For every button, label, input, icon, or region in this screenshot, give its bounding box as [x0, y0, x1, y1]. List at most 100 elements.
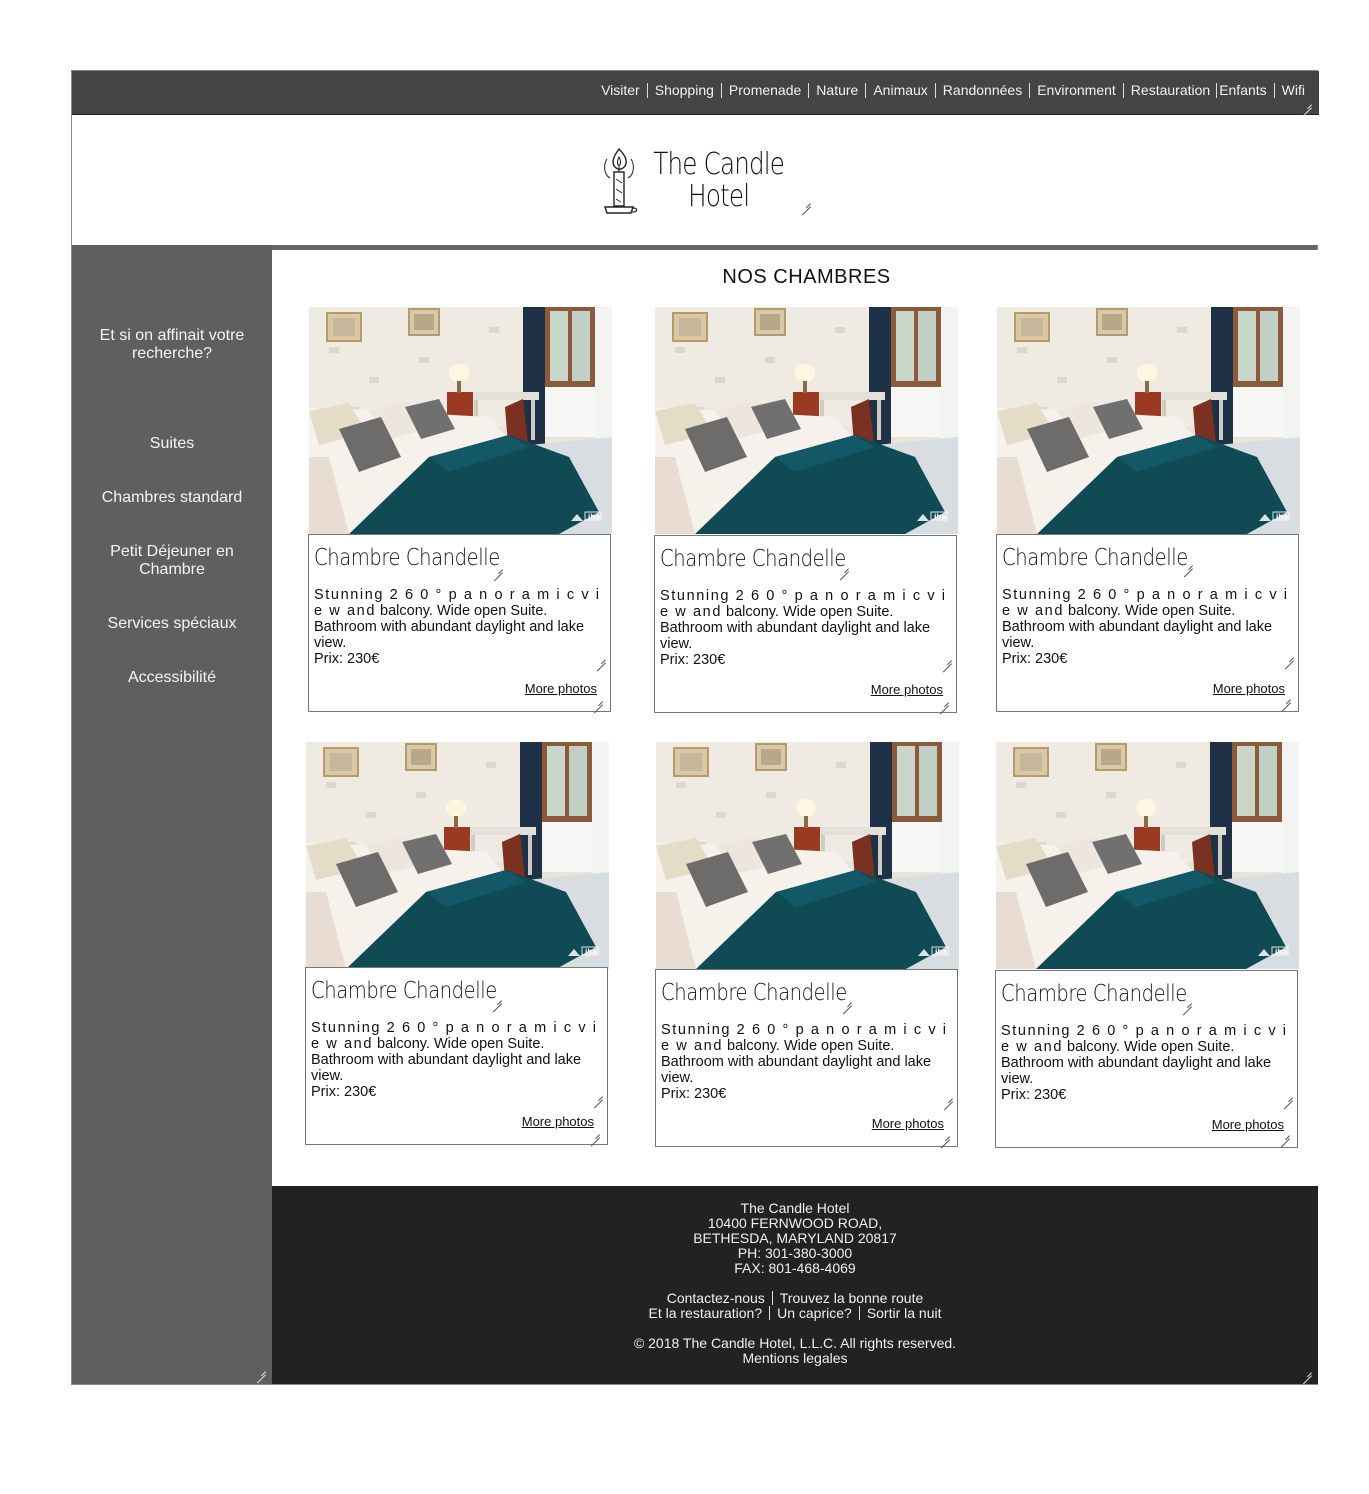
room-title: Chambre Chandelle [314, 545, 500, 571]
resize-grip-icon[interactable] [1302, 98, 1312, 108]
room-price: Prix: 230€ [660, 652, 726, 668]
nav-separator [1216, 82, 1218, 98]
sidebar: Et si on affinait votre recherche? Suite… [72, 245, 272, 1384]
nav-item-visiter[interactable]: Visiter [601, 82, 640, 98]
room-title: Chambre Chandelle [1002, 545, 1188, 571]
resize-grip-icon[interactable] [801, 197, 811, 207]
room-photo[interactable] [997, 307, 1300, 534]
resize-grip-icon[interactable] [943, 1092, 953, 1102]
resize-grip-icon[interactable] [942, 654, 952, 664]
room-photo[interactable] [309, 307, 612, 534]
nav-item-randonnees[interactable]: Randonnées [943, 82, 1022, 98]
resize-grip-icon[interactable] [939, 696, 949, 706]
main-content: NOS CHAMBRES Chambre Chandelle Stunning … [272, 250, 1318, 1186]
nav-item-enfants[interactable]: Enfants [1219, 82, 1266, 98]
room-card-body: Chambre Chandelle Stunning 2 6 0 ° p a n… [995, 970, 1298, 1148]
nav-separator [934, 82, 936, 98]
room-description: Stunning 2 6 0 ° p a n o r a m i c v i e… [660, 588, 952, 652]
footer-link-route[interactable]: Trouvez la bonne route [780, 1290, 923, 1306]
footer-link-caprice[interactable]: Un caprice? [777, 1305, 852, 1321]
resize-grip-icon[interactable] [256, 1365, 266, 1375]
room-price: Prix: 230€ [1002, 651, 1068, 667]
more-photos-link[interactable]: More photos [1212, 1117, 1284, 1132]
resize-grip-icon[interactable] [593, 695, 603, 705]
sidebar-item-chambres-standard[interactable]: Chambres standard [82, 489, 262, 507]
nav-separator [720, 82, 722, 98]
resize-grip-icon[interactable] [839, 562, 849, 572]
footer-separator [858, 1306, 860, 1320]
room-card-body: Chambre Chandelle Stunning 2 6 0 ° p a n… [654, 535, 957, 713]
room-photo[interactable] [655, 307, 958, 534]
nav-item-wifi[interactable]: Wifi [1282, 82, 1305, 98]
logo-text: The Candle Hotel [649, 149, 788, 213]
candle-icon [604, 147, 638, 214]
sidebar-item-accessibilite[interactable]: Accessibilité [82, 669, 262, 687]
resize-grip-icon[interactable] [1183, 559, 1193, 569]
nav-item-nature[interactable]: Nature [816, 82, 858, 98]
nav-item-promenade[interactable]: Promenade [729, 82, 801, 98]
nav-separator [1122, 82, 1124, 98]
room-title: Chambre Chandelle [661, 980, 847, 1006]
footer-phone: PH: 301-380-3000 [737, 1245, 853, 1261]
nav-item-restauration[interactable]: Restauration [1131, 82, 1210, 98]
logo-line-1: The Candle [653, 147, 785, 182]
resize-grip-icon[interactable] [1280, 1129, 1290, 1139]
footer-copyright: © 2018 The Candle Hotel, L.L.C. All righ… [633, 1335, 957, 1351]
footer-address: The Candle Hotel 10400 FERNWOOD ROAD, BE… [272, 1201, 1318, 1276]
more-photos-link[interactable]: More photos [522, 1114, 594, 1129]
room-price: Prix: 230€ [311, 1084, 377, 1100]
footer-mentions-legales[interactable]: Mentions legales [272, 1351, 1318, 1366]
sidebar-item-petit-dejeuner[interactable]: Petit Déjeuner en Chambre [82, 543, 262, 579]
room-photo[interactable] [306, 742, 609, 969]
nav-separator [865, 82, 867, 98]
more-photos-link[interactable]: More photos [871, 682, 943, 697]
resize-grip-icon[interactable] [1182, 997, 1192, 1007]
footer-link-sortir[interactable]: Sortir la nuit [867, 1305, 942, 1321]
resize-grip-icon[interactable] [1302, 1366, 1312, 1376]
page-title: NOS CHAMBRES [722, 266, 891, 288]
sidebar-item-services-speciaux[interactable]: Services spéciaux [82, 615, 262, 633]
room-description: Stunning 2 6 0 ° p a n o r a m i c v i e… [314, 587, 606, 651]
room-card-body: Chambre Chandelle Stunning 2 6 0 ° p a n… [996, 534, 1299, 712]
resize-grip-icon[interactable] [940, 1130, 950, 1140]
footer-fax: FAX: 801-468-4069 [734, 1260, 856, 1276]
sidebar-item-suites[interactable]: Suites [82, 435, 262, 453]
resize-grip-icon[interactable] [1281, 693, 1291, 703]
resize-grip-icon[interactable] [1284, 651, 1294, 661]
footer-address-line-1: 10400 FERNWOOD ROAD, [707, 1215, 883, 1231]
room-photo[interactable] [656, 742, 959, 969]
resize-grip-icon[interactable] [590, 1128, 600, 1138]
nav-separator [1273, 82, 1275, 98]
page-frame: Visiter Shopping Promenade Nature Animau… [71, 70, 1319, 1385]
resize-grip-icon[interactable] [493, 563, 503, 573]
footer-link-restauration[interactable]: Et la restauration? [648, 1305, 762, 1321]
nav-item-animaux[interactable]: Animaux [873, 82, 927, 98]
room-photo[interactable] [996, 742, 1299, 969]
room-description: Stunning 2 6 0 ° p a n o r a m i c v i e… [1002, 587, 1294, 651]
nav-item-environment[interactable]: Environment [1037, 82, 1116, 98]
more-photos-link[interactable]: More photos [525, 681, 597, 696]
resize-grip-icon[interactable] [596, 653, 606, 663]
room-title: Chambre Chandelle [1001, 981, 1187, 1007]
hotel-logo[interactable]: The Candle Hotel [599, 145, 809, 219]
nav-separator [808, 82, 810, 98]
room-card-body: Chambre Chandelle Stunning 2 6 0 ° p a n… [308, 534, 611, 712]
resize-grip-icon[interactable] [842, 996, 852, 1006]
more-photos-link[interactable]: More photos [1213, 681, 1285, 696]
resize-grip-icon[interactable] [1283, 1091, 1293, 1101]
nav-separator [1029, 82, 1031, 98]
nav-separator [646, 82, 648, 98]
more-photos-link[interactable]: More photos [872, 1116, 944, 1131]
logo-line-2: Hotel [688, 179, 750, 214]
room-card-body: Chambre Chandelle Stunning 2 6 0 ° p a n… [305, 967, 608, 1145]
room-title: Chambre Chandelle [311, 978, 497, 1004]
nav-item-shopping[interactable]: Shopping [655, 82, 714, 98]
footer-address-line-2: BETHESDA, MARYLAND 20817 [693, 1230, 897, 1246]
room-description: Stunning 2 6 0 ° p a n o r a m i c v i e… [661, 1022, 953, 1086]
room-price: Prix: 230€ [661, 1086, 727, 1102]
resize-grip-icon[interactable] [492, 994, 502, 1004]
footer-hotel-name: The Candle Hotel [740, 1200, 850, 1216]
footer-link-contact[interactable]: Contactez-nous [667, 1290, 765, 1306]
footer: The Candle Hotel 10400 FERNWOOD ROAD, BE… [272, 1186, 1318, 1384]
resize-grip-icon[interactable] [593, 1090, 603, 1100]
